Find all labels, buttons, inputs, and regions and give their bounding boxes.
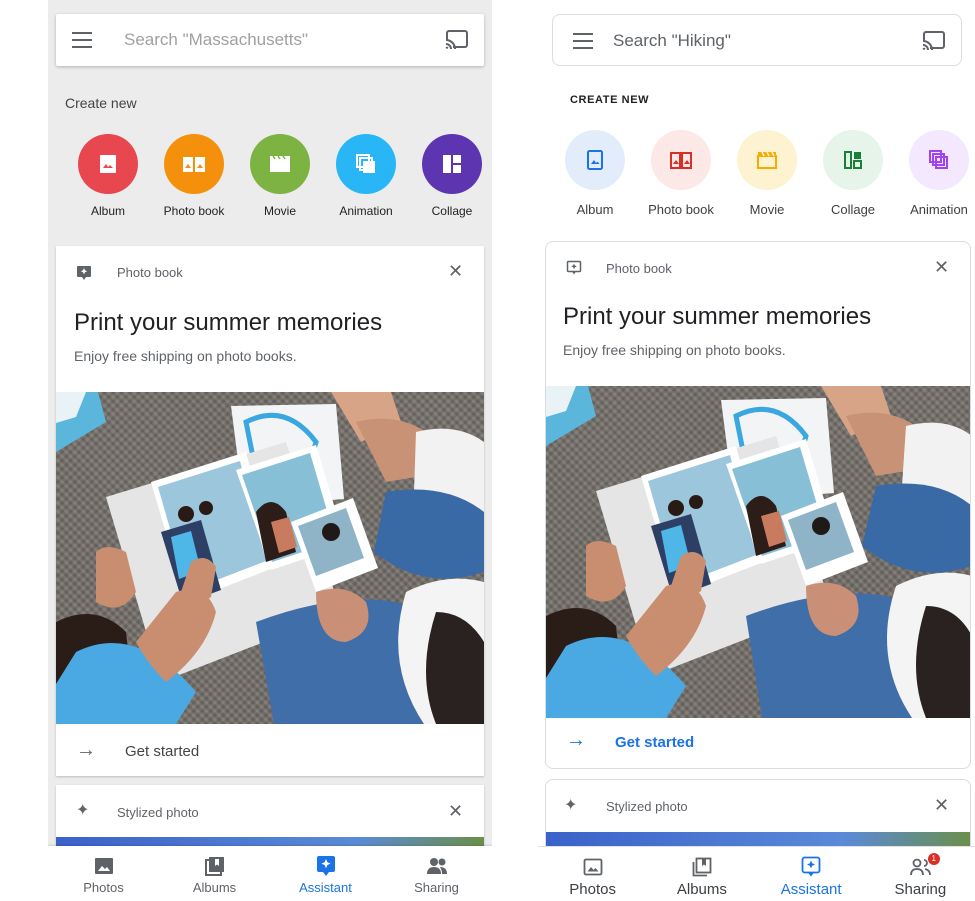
create-collage-button[interactable]: Collage — [409, 134, 492, 218]
photos-icon — [583, 858, 603, 876]
search-bar[interactable]: Search "Hiking" — [552, 14, 962, 66]
close-icon[interactable]: ✕ — [934, 257, 949, 278]
create-photo-book-label: Photo book — [163, 204, 225, 218]
create-photo-book-button[interactable]: Photo book — [151, 134, 237, 218]
menu-icon[interactable] — [72, 32, 92, 48]
close-icon[interactable]: ✕ — [448, 801, 463, 822]
create-collage-label: Collage — [830, 202, 876, 217]
nav-photos-label: Photos — [83, 880, 124, 895]
create-animation-button[interactable]: Animation — [323, 134, 409, 218]
card-kind-label: Photo book — [117, 265, 183, 280]
assistant-icon — [316, 856, 335, 876]
arrow-right-icon: → — [76, 739, 96, 761]
nav-photos[interactable]: Photos — [48, 846, 159, 901]
nav-assistant-label: Assistant — [780, 881, 842, 898]
left-phone-screen: Search "Massachusetts" Create new Album … — [48, 0, 492, 901]
create-album-label: Album — [90, 204, 125, 218]
movie-icon — [737, 130, 797, 190]
card-title: Print your summer memories — [74, 309, 383, 336]
collage-icon — [823, 130, 883, 190]
create-album-button[interactable]: Album — [65, 134, 151, 218]
arrow-right-icon: → — [566, 729, 586, 751]
nav-sharing[interactable]: 1 Sharing — [866, 847, 975, 901]
create-new-heading: Create new — [65, 95, 137, 111]
nav-albums[interactable]: Albums — [159, 846, 270, 901]
create-new-heading: CREATE NEW — [570, 94, 650, 106]
sparkle-icon: ✦ — [76, 802, 90, 819]
photo-book-card[interactable]: Photo book ✕ Print your summer memories … — [56, 246, 484, 776]
animation-icon — [336, 134, 396, 194]
create-movie-button[interactable]: Movie — [724, 130, 810, 217]
sharing-icon — [426, 858, 447, 874]
photo-book-card[interactable]: Photo book ✕ Print your summer memories … — [545, 241, 971, 769]
assistant-card-icon — [77, 266, 91, 280]
card-kind-label: Stylized photo — [117, 805, 199, 820]
album-icon — [78, 134, 138, 194]
create-collage-label: Collage — [431, 204, 473, 218]
collage-icon — [422, 134, 482, 194]
nav-assistant[interactable]: Assistant — [270, 846, 381, 901]
cast-icon[interactable] — [444, 29, 470, 51]
nav-sharing-label: Sharing — [894, 881, 947, 898]
card-subtitle: Enjoy free shipping on photo books. — [74, 348, 297, 364]
right-phone-screen: Search "Hiking" CREATE NEW Album Photo b… — [538, 0, 975, 901]
create-animation-label: Animation — [910, 202, 968, 217]
assistant-icon — [801, 856, 821, 877]
card-subtitle: Enjoy free shipping on photo books. — [563, 342, 786, 358]
stylized-photo-card[interactable]: ✦ Stylized photo ✕ — [56, 785, 484, 855]
menu-icon[interactable] — [573, 33, 593, 49]
create-album-button[interactable]: Album — [552, 130, 638, 217]
nav-albums-label: Albums — [676, 881, 727, 898]
album-icon — [565, 130, 625, 190]
nav-sharing[interactable]: Sharing — [381, 846, 492, 901]
sparkle-icon: ✦ — [564, 797, 578, 814]
photos-icon — [94, 858, 113, 874]
bottom-navigation: Photos Albums Assistant 1 Sharing — [538, 846, 975, 901]
comparison-stage: Search "Massachusetts" Create new Album … — [0, 0, 975, 901]
get-started-button[interactable]: Get started — [615, 734, 694, 751]
bottom-navigation: Photos Albums Assistant Sharing — [48, 846, 492, 901]
assistant-card-icon — [566, 260, 582, 275]
create-animation-button[interactable]: Animation — [896, 130, 975, 217]
close-icon[interactable]: ✕ — [934, 795, 949, 816]
albums-icon — [692, 857, 712, 877]
create-album-label: Album — [576, 202, 614, 217]
albums-icon — [204, 857, 224, 876]
create-movie-label: Movie — [263, 204, 296, 218]
nav-photos[interactable]: Photos — [538, 847, 647, 901]
get-started-button[interactable]: Get started — [125, 743, 199, 760]
create-movie-label: Movie — [749, 202, 785, 217]
card-kind-label: Stylized photo — [606, 799, 688, 814]
search-input[interactable]: Search "Massachusetts" — [124, 30, 308, 50]
create-photo-book-button[interactable]: Photo book — [638, 130, 724, 217]
cast-icon[interactable] — [921, 30, 947, 52]
create-animation-label: Animation — [339, 204, 393, 218]
card-kind-label: Photo book — [606, 261, 672, 276]
nav-photos-label: Photos — [569, 881, 616, 898]
search-input[interactable]: Search "Hiking" — [613, 31, 731, 51]
photo-book-icon — [651, 130, 711, 190]
nav-assistant[interactable]: Assistant — [757, 847, 866, 901]
close-icon[interactable]: ✕ — [448, 261, 463, 282]
nav-albums-label: Albums — [192, 880, 237, 895]
nav-assistant-label: Assistant — [299, 880, 352, 895]
photo-book-icon — [164, 134, 224, 194]
search-bar[interactable]: Search "Massachusetts" — [56, 14, 484, 66]
photo-book-image — [546, 386, 970, 718]
create-collage-button[interactable]: Collage — [810, 130, 896, 217]
photo-book-image — [56, 392, 484, 724]
create-movie-button[interactable]: Movie — [237, 134, 323, 218]
sharing-badge: 1 — [927, 853, 940, 865]
movie-icon — [250, 134, 310, 194]
nav-sharing-label: Sharing — [414, 880, 459, 895]
create-photo-book-label: Photo book — [648, 202, 714, 217]
card-title: Print your summer memories — [563, 303, 872, 330]
animation-icon — [909, 130, 969, 190]
nav-albums[interactable]: Albums — [647, 847, 756, 901]
